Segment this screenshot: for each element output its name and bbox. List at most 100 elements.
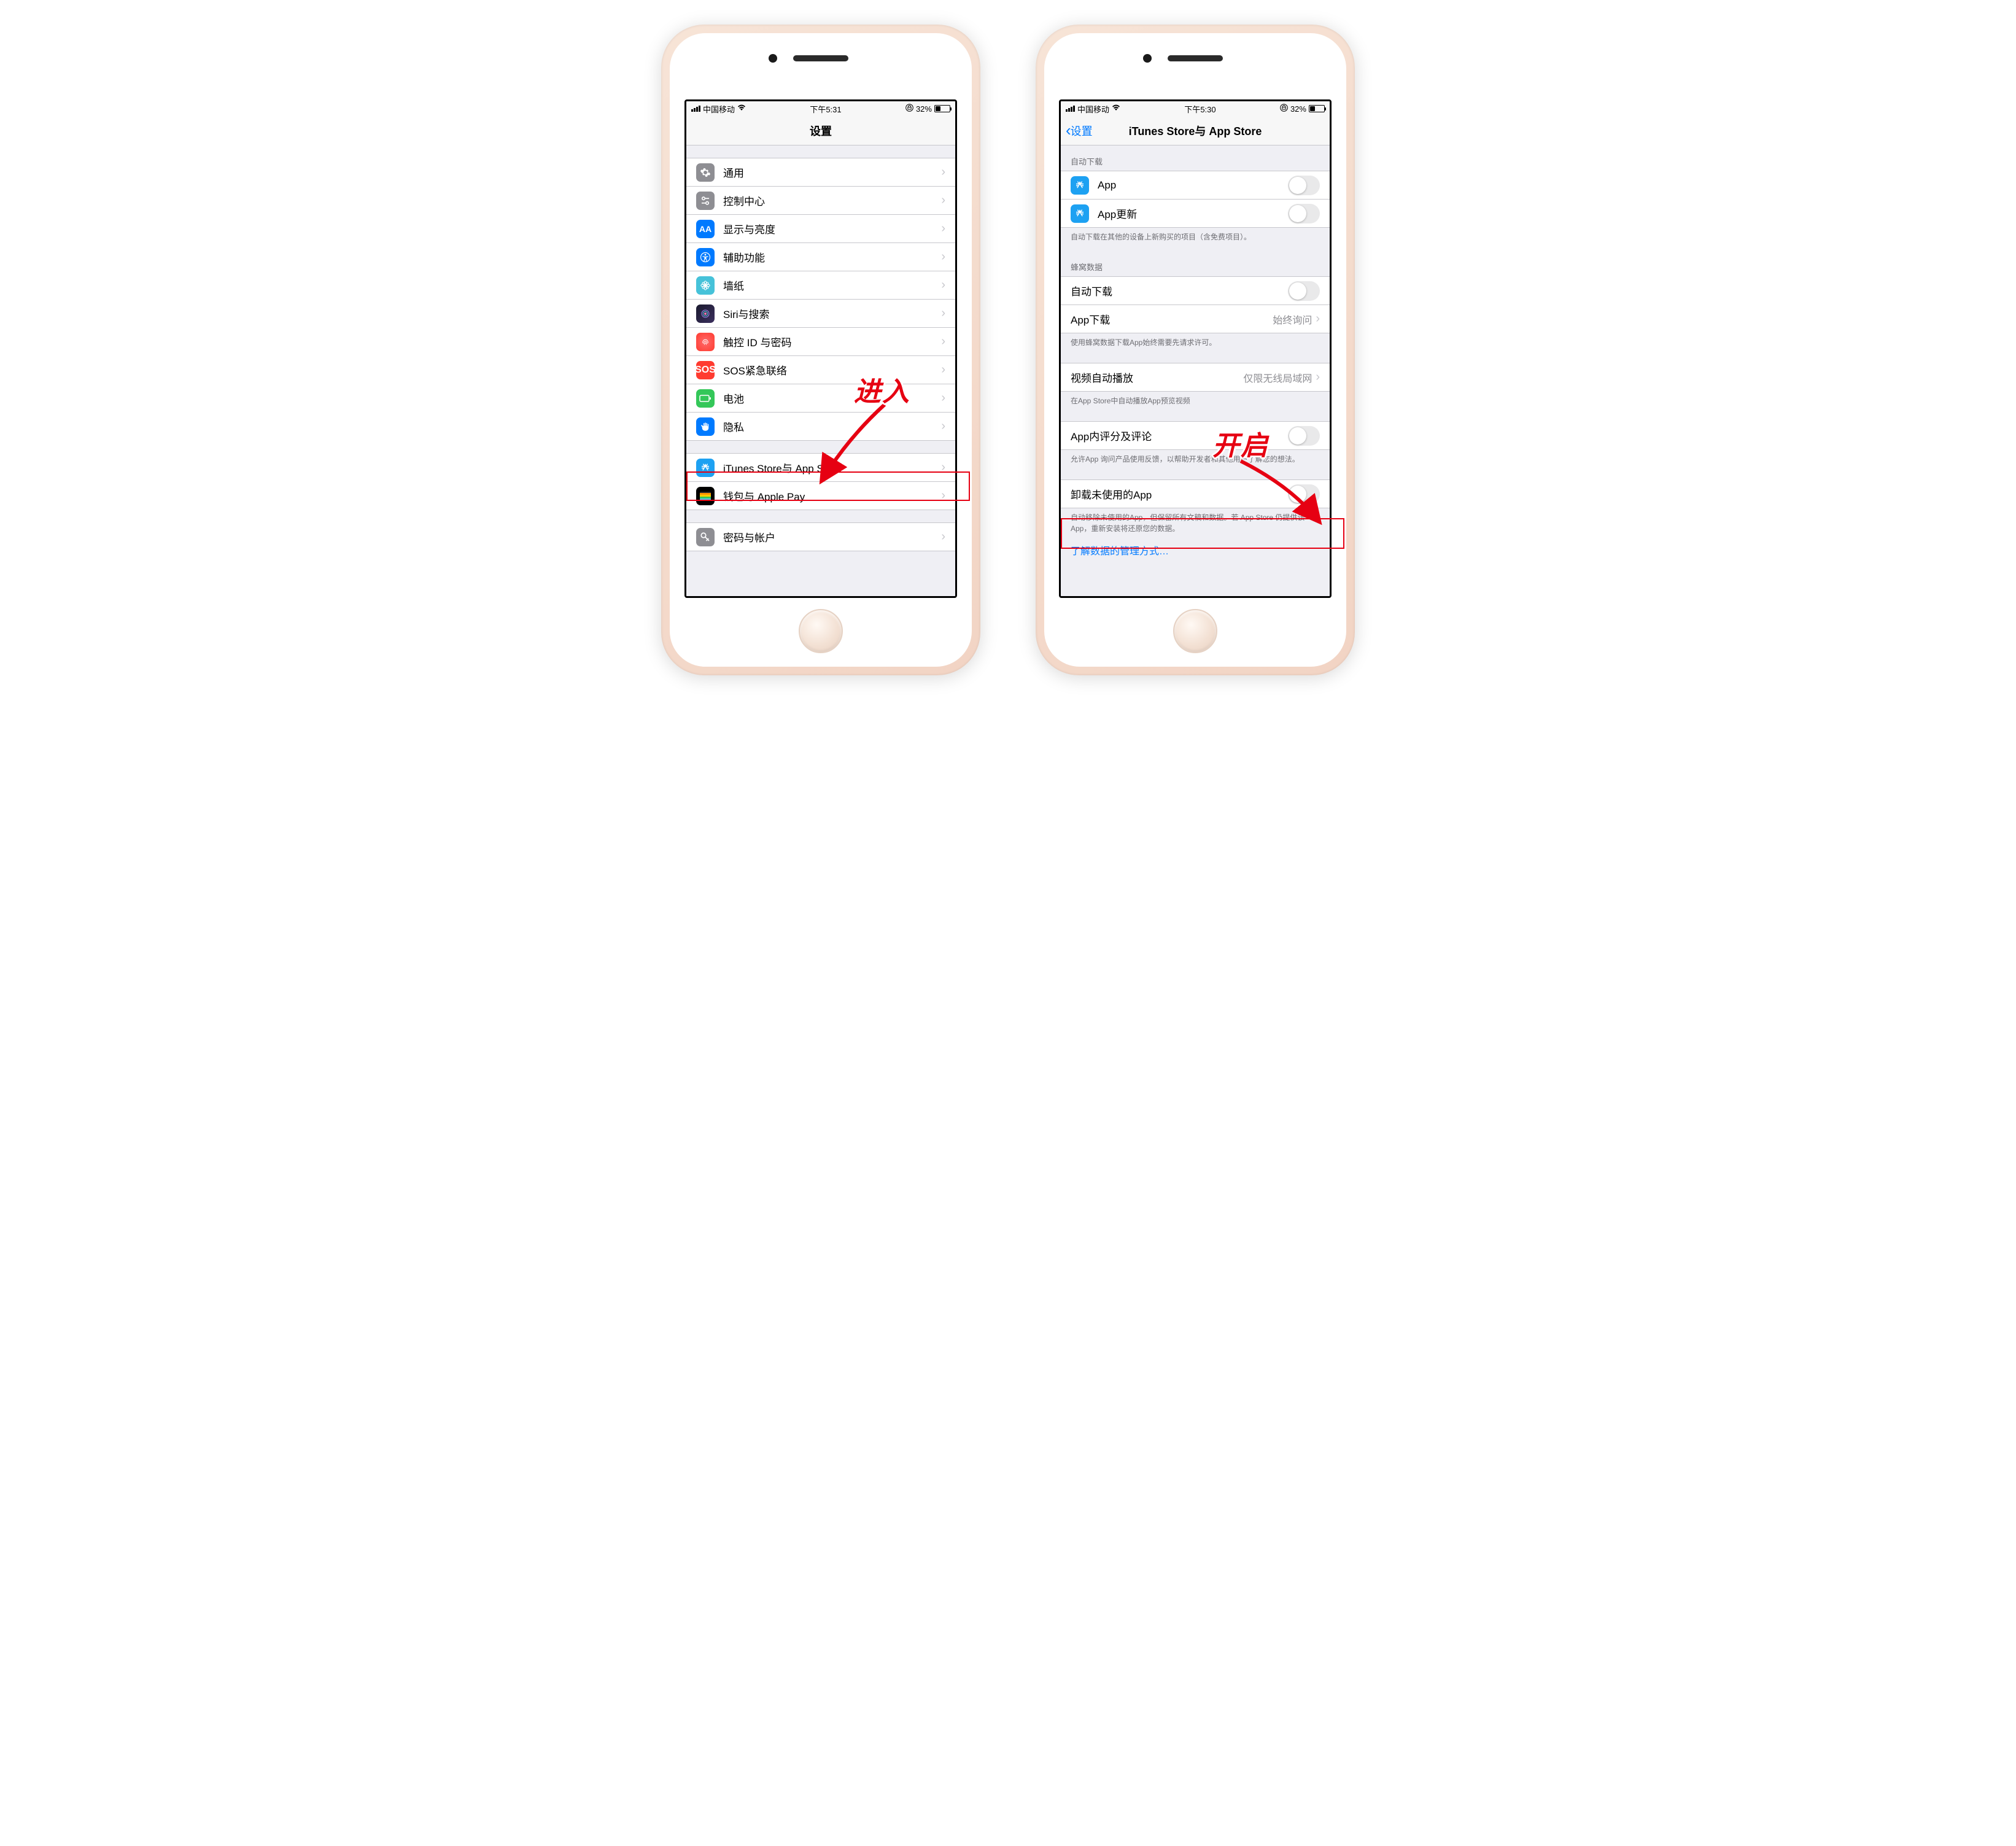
toggle-switch[interactable] [1288,484,1320,504]
row-sos[interactable]: SOS SOS紧急联络 › [686,355,955,384]
row-label: 密码与帐户 [723,529,941,545]
row-label: iTunes Store与 App Store [723,460,941,475]
battery-icon [934,105,950,112]
row-general[interactable]: 通用 › [686,158,955,186]
group-footer: 使用蜂窝数据下载App始终需要先请求许可。 [1061,333,1330,351]
back-button[interactable]: ‹ 设置 [1066,121,1093,140]
back-label: 设置 [1071,123,1093,139]
row-display[interactable]: AA 显示与亮度 › [686,214,955,242]
battery-icon [1309,105,1325,112]
settings-group-3: 密码与帐户 › [686,522,955,551]
row-passwords[interactable]: 密码与帐户 › [686,522,955,551]
row-control-center[interactable]: 控制中心 › [686,186,955,214]
chevron-right-icon: › [941,460,945,475]
text-size-icon: AA [696,220,715,238]
sos-icon: SOS [696,361,715,379]
row-app-toggle[interactable]: App [1061,171,1330,199]
status-bar: 中国移动 下午5:31 32% [686,101,955,116]
front-camera [769,54,777,63]
group-rating: App内评分及评论 允许App 询问产品使用反馈，以帮助开发者和其他用户了解您的… [1061,421,1330,467]
settings-content[interactable]: 通用 › 控制中心 › AA 显示与亮度 › [686,145,955,596]
row-battery[interactable]: 电池 › [686,384,955,412]
battery-pct-label: 32% [1290,104,1306,114]
chevron-right-icon: › [1316,370,1320,384]
chevron-right-icon: › [941,250,945,264]
toggle-switch[interactable] [1288,281,1320,301]
row-offload-unused-apps[interactable]: 卸载未使用的App [1061,479,1330,508]
accessibility-icon [696,248,715,266]
wifi-icon [737,104,746,113]
chevron-right-icon: › [1316,312,1320,326]
row-label: 墙纸 [723,277,941,293]
row-app-download[interactable]: App下载 始终询问 › [1061,304,1330,333]
gear-icon [696,163,715,182]
carrier-label: 中国移动 [1077,103,1109,115]
home-button[interactable] [799,609,843,653]
nav-bar: ‹ 设置 iTunes Store与 App Store [1061,116,1330,145]
row-appupdate-toggle[interactable]: App更新 [1061,199,1330,227]
group-header: 蜂窝数据 [1061,257,1330,276]
earpiece-speaker [793,55,848,61]
toggle-switch[interactable] [1288,426,1320,446]
screen-left: 中国移动 下午5:31 32% 设置 [684,99,957,598]
row-touchid[interactable]: 触控 ID 与密码 › [686,327,955,355]
row-label: App下载 [1071,311,1273,327]
row-label: Siri与搜索 [723,306,941,321]
row-label: 显示与亮度 [723,221,941,236]
row-label: 自动下载 [1071,283,1288,298]
chevron-right-icon: › [941,363,945,377]
wifi-icon [1112,104,1120,113]
row-label: 卸载未使用的App [1071,486,1288,502]
row-siri[interactable]: Siri与搜索 › [686,299,955,327]
nav-bar: 设置 [686,116,955,145]
appstore-settings-content[interactable]: 自动下载 App App更 [1061,145,1330,596]
earpiece-speaker [1168,55,1223,61]
row-label: 控制中心 [723,193,941,208]
settings-group-2: iTunes Store与 App Store › 钱包与 Apple Pay … [686,453,955,510]
phone-body: 中国移动 下午5:31 32% 设置 [670,33,972,667]
row-cellular-autodl[interactable]: 自动下载 [1061,276,1330,304]
row-privacy[interactable]: 隐私 › [686,412,955,440]
phone-left: 中国移动 下午5:31 32% 设置 [661,25,980,675]
row-label: App内评分及评论 [1071,428,1288,443]
row-label: 电池 [723,390,941,406]
phone-body: 中国移动 下午5:30 32% ‹ 设置 [1044,33,1346,667]
hand-icon [696,417,715,436]
flower-icon [696,276,715,295]
group-cellular: 蜂窝数据 自动下载 App下载 始终询问 › 使用蜂窝数据下载App始终需要先请… [1061,257,1330,351]
battery-pct-label: 32% [916,104,932,114]
group-footer: 自动移除未使用的App，但保留所有文稿和数据。若 App Store 仍提供该A… [1061,508,1330,537]
row-itunes-appstore[interactable]: iTunes Store与 App Store › [686,453,955,481]
group-offload: 卸载未使用的App 自动移除未使用的App，但保留所有文稿和数据。若 App S… [1061,479,1330,537]
signal-icon [691,106,700,112]
row-video-autoplay[interactable]: 视频自动播放 仅限无线局域网 › [1061,363,1330,391]
chevron-right-icon: › [941,489,945,503]
home-button[interactable] [1173,609,1217,653]
clock-label: 下午5:31 [810,103,841,115]
chevron-right-icon: › [941,306,945,320]
row-rating-review[interactable]: App内评分及评论 [1061,421,1330,449]
chevron-right-icon: › [941,335,945,349]
battery-row-icon [696,389,715,408]
phone-right: 中国移动 下午5:30 32% ‹ 设置 [1036,25,1355,675]
row-accessibility[interactable]: 辅助功能 › [686,242,955,271]
toggle-switch[interactable] [1288,204,1320,223]
appstore-icon [1071,176,1089,195]
row-detail: 仅限无线局域网 [1243,370,1312,385]
chevron-right-icon: › [941,278,945,292]
page-title: 设置 [810,123,832,139]
front-camera [1143,54,1152,63]
row-label: 隐私 [723,419,941,434]
orientation-lock-icon [905,104,913,114]
row-label: SOS紧急联络 [723,362,941,378]
toggle-switch[interactable] [1288,176,1320,195]
group-video: 视频自动播放 仅限无线局域网 › 在App Store中自动播放App预览视频 [1061,363,1330,409]
row-label: 通用 [723,165,941,180]
group-header: 自动下载 [1061,152,1330,171]
row-label: 辅助功能 [723,249,941,265]
appstore-icon [696,459,715,477]
learn-data-link[interactable]: 了解数据的管理方式… [1061,537,1330,566]
screen-right: 中国移动 下午5:30 32% ‹ 设置 [1059,99,1332,598]
row-wallpaper[interactable]: 墙纸 › [686,271,955,299]
row-wallet[interactable]: 钱包与 Apple Pay › [686,481,955,510]
